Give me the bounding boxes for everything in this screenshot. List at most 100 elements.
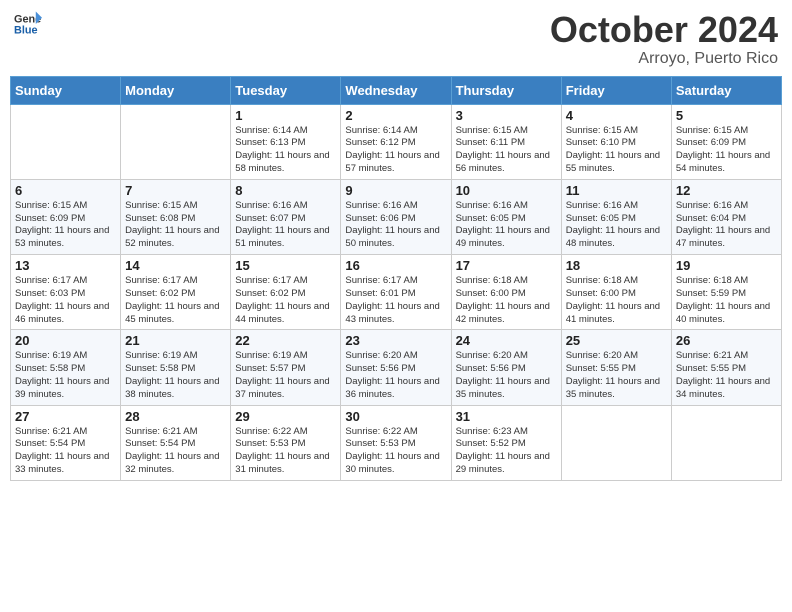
day-cell: 31 Sunrise: 6:23 AMSunset: 5:52 PMDayligh… [451,405,561,480]
day-info: Sunrise: 6:19 AMSunset: 5:57 PMDaylight:… [235,350,336,401]
day-info: Sunrise: 6:16 AMSunset: 6:07 PMDaylight:… [235,200,336,251]
day-info: Sunrise: 6:17 AMSunset: 6:02 PMDaylight:… [235,275,336,326]
day-number: 27 [15,409,116,424]
day-info: Sunrise: 6:19 AMSunset: 5:58 PMDaylight:… [125,350,226,401]
day-info: Sunrise: 6:16 AMSunset: 6:05 PMDaylight:… [456,200,557,251]
logo: General Blue [14,10,42,38]
col-saturday: Saturday [671,76,781,104]
day-info: Sunrise: 6:14 AMSunset: 6:12 PMDaylight:… [345,125,446,176]
day-info: Sunrise: 6:17 AMSunset: 6:03 PMDaylight:… [15,275,116,326]
day-info: Sunrise: 6:17 AMSunset: 6:02 PMDaylight:… [125,275,226,326]
day-cell: 5Sunrise: 6:15 AMSunset: 6:09 PMDaylight… [671,104,781,179]
day-cell: 24 Sunrise: 6:20 AMSunset: 5:56 PMDayligh… [451,330,561,405]
day-number: 30 [345,409,446,424]
day-cell: 15 Sunrise: 6:17 AMSunset: 6:02 PMDayligh… [231,255,341,330]
day-cell: 21 Sunrise: 6:19 AMSunset: 5:58 PMDayligh… [121,330,231,405]
day-cell: 16 Sunrise: 6:17 AMSunset: 6:01 PMDayligh… [341,255,451,330]
location-subtitle: Arroyo, Puerto Rico [550,50,778,68]
day-cell: 12Sunrise: 6:16 AMSunset: 6:04 PMDayligh… [671,179,781,254]
day-cell: 19 Sunrise: 6:18 AMSunset: 5:59 PMDayligh… [671,255,781,330]
day-cell [11,104,121,179]
day-info: Sunrise: 6:16 AMSunset: 6:05 PMDaylight:… [566,200,667,251]
day-cell: 13 Sunrise: 6:17 AMSunset: 6:03 PMDayligh… [11,255,121,330]
calendar-body: 1Sunrise: 6:14 AMSunset: 6:13 PMDaylight… [11,104,782,480]
col-friday: Friday [561,76,671,104]
day-cell: 1Sunrise: 6:14 AMSunset: 6:13 PMDaylight… [231,104,341,179]
day-number: 19 [676,258,777,273]
day-info: Sunrise: 6:20 AMSunset: 5:56 PMDaylight:… [456,350,557,401]
title-block: October 2024 Arroyo, Puerto Rico [550,10,778,68]
day-info: Sunrise: 6:15 AMSunset: 6:08 PMDaylight:… [125,200,226,251]
day-number: 23 [345,333,446,348]
col-thursday: Thursday [451,76,561,104]
day-number: 18 [566,258,667,273]
day-info: Sunrise: 6:18 AMSunset: 6:00 PMDaylight:… [456,275,557,326]
calendar-header: Sunday Monday Tuesday Wednesday Thursday… [11,76,782,104]
day-cell: 14 Sunrise: 6:17 AMSunset: 6:02 PMDayligh… [121,255,231,330]
day-number: 13 [15,258,116,273]
col-monday: Monday [121,76,231,104]
day-number: 16 [345,258,446,273]
day-cell [121,104,231,179]
day-number: 4 [566,108,667,123]
day-number: 28 [125,409,226,424]
day-info: Sunrise: 6:15 AMSunset: 6:09 PMDaylight:… [676,125,777,176]
week-row-2: 6 Sunrise: 6:15 AMSunset: 6:09 PMDaylight… [11,179,782,254]
day-cell: 17 Sunrise: 6:18 AMSunset: 6:00 PMDayligh… [451,255,561,330]
day-number: 22 [235,333,336,348]
day-number: 6 [15,183,116,198]
day-cell: 25 Sunrise: 6:20 AMSunset: 5:55 PMDayligh… [561,330,671,405]
day-cell: 26 Sunrise: 6:21 AMSunset: 5:55 PMDayligh… [671,330,781,405]
day-info: Sunrise: 6:15 AMSunset: 6:09 PMDaylight:… [15,200,116,251]
day-number: 3 [456,108,557,123]
day-number: 29 [235,409,336,424]
day-cell: 2Sunrise: 6:14 AMSunset: 6:12 PMDaylight… [341,104,451,179]
header-row: Sunday Monday Tuesday Wednesday Thursday… [11,76,782,104]
day-number: 21 [125,333,226,348]
day-cell: 27 Sunrise: 6:21 AMSunset: 5:54 PMDayligh… [11,405,121,480]
day-info: Sunrise: 6:20 AMSunset: 5:55 PMDaylight:… [566,350,667,401]
day-info: Sunrise: 6:18 AMSunset: 6:00 PMDaylight:… [566,275,667,326]
week-row-3: 13 Sunrise: 6:17 AMSunset: 6:03 PMDayligh… [11,255,782,330]
svg-text:Blue: Blue [14,24,38,36]
day-cell: 6 Sunrise: 6:15 AMSunset: 6:09 PMDaylight… [11,179,121,254]
day-cell: 23Sunrise: 6:20 AMSunset: 5:56 PMDayligh… [341,330,451,405]
day-number: 7 [125,183,226,198]
day-cell: 10 Sunrise: 6:16 AMSunset: 6:05 PMDayligh… [451,179,561,254]
month-year: October 2024 [550,10,778,50]
day-info: Sunrise: 6:23 AMSunset: 5:52 PMDaylight:… [456,426,557,477]
day-cell: 11Sunrise: 6:16 AMSunset: 6:05 PMDayligh… [561,179,671,254]
header: General Blue October 2024 Arroyo, Puerto… [10,10,782,68]
week-row-5: 27 Sunrise: 6:21 AMSunset: 5:54 PMDayligh… [11,405,782,480]
day-number: 26 [676,333,777,348]
day-number: 1 [235,108,336,123]
day-info: Sunrise: 6:21 AMSunset: 5:54 PMDaylight:… [15,426,116,477]
day-info: Sunrise: 6:21 AMSunset: 5:54 PMDaylight:… [125,426,226,477]
day-number: 17 [456,258,557,273]
day-info: Sunrise: 6:16 AMSunset: 6:06 PMDaylight:… [345,200,446,251]
day-number: 24 [456,333,557,348]
day-info: Sunrise: 6:18 AMSunset: 5:59 PMDaylight:… [676,275,777,326]
day-number: 14 [125,258,226,273]
day-info: Sunrise: 6:15 AMSunset: 6:10 PMDaylight:… [566,125,667,176]
day-cell: 4 Sunrise: 6:15 AMSunset: 6:10 PMDaylight… [561,104,671,179]
day-number: 25 [566,333,667,348]
day-number: 31 [456,409,557,424]
day-info: Sunrise: 6:17 AMSunset: 6:01 PMDaylight:… [345,275,446,326]
day-number: 15 [235,258,336,273]
day-cell: 30Sunrise: 6:22 AMSunset: 5:53 PMDayligh… [341,405,451,480]
day-info: Sunrise: 6:15 AMSunset: 6:11 PMDaylight:… [456,125,557,176]
day-info: Sunrise: 6:16 AMSunset: 6:04 PMDaylight:… [676,200,777,251]
week-row-1: 1Sunrise: 6:14 AMSunset: 6:13 PMDaylight… [11,104,782,179]
calendar-table: Sunday Monday Tuesday Wednesday Thursday… [10,76,782,481]
day-cell: 18 Sunrise: 6:18 AMSunset: 6:00 PMDayligh… [561,255,671,330]
col-wednesday: Wednesday [341,76,451,104]
day-cell: 7 Sunrise: 6:15 AMSunset: 6:08 PMDaylight… [121,179,231,254]
day-info: Sunrise: 6:21 AMSunset: 5:55 PMDaylight:… [676,350,777,401]
day-cell: 22 Sunrise: 6:19 AMSunset: 5:57 PMDayligh… [231,330,341,405]
day-cell: 28 Sunrise: 6:21 AMSunset: 5:54 PMDayligh… [121,405,231,480]
day-number: 10 [456,183,557,198]
col-sunday: Sunday [11,76,121,104]
week-row-4: 20Sunrise: 6:19 AMSunset: 5:58 PMDayligh… [11,330,782,405]
day-info: Sunrise: 6:22 AMSunset: 5:53 PMDaylight:… [235,426,336,477]
